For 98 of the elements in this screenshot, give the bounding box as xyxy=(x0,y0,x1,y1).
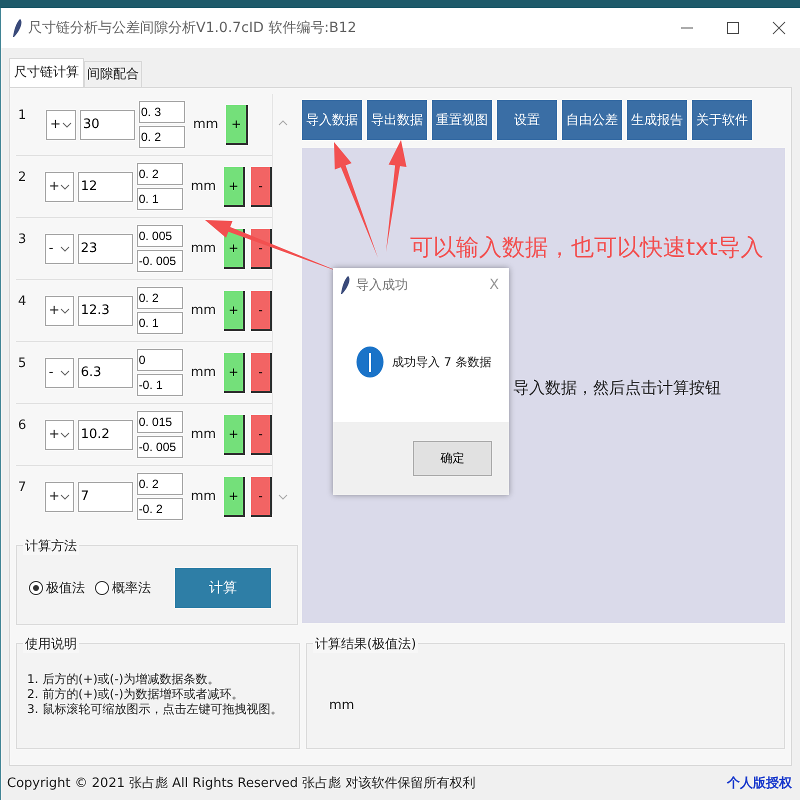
instruction-text: 3. 鼠标滚轮可缩放图示，点击左键可拖拽视图。 xyxy=(27,702,284,717)
calculate-button[interactable]: 计算 xyxy=(175,568,271,608)
toolbar-button[interactable]: 自由公差 xyxy=(562,100,622,140)
row-number: 6 xyxy=(18,418,28,433)
upper-tolerance-field[interactable]: 0 xyxy=(136,349,183,371)
sign-dropdown[interactable]: - xyxy=(44,234,74,264)
row-number: 1 xyxy=(18,108,28,123)
radio-option[interactable]: 极值法 xyxy=(29,579,85,597)
row-number: 5 xyxy=(18,356,28,371)
license-link[interactable]: 个人版授权 xyxy=(727,774,792,792)
add-row-button[interactable]: + xyxy=(224,352,246,392)
remove-row-button[interactable]: - xyxy=(251,352,272,392)
chevron-icon xyxy=(60,184,70,190)
tab[interactable]: 尺寸链计算 xyxy=(9,58,84,87)
sign-dropdown[interactable]: + xyxy=(44,172,74,202)
ok-button[interactable]: 确定 xyxy=(413,441,492,476)
group-title: 计算方法 xyxy=(23,537,79,555)
scroll-up-icon xyxy=(278,120,288,126)
upper-tolerance-field[interactable]: 0. 005 xyxy=(136,225,183,247)
unit-label: mm xyxy=(190,427,216,442)
value-field[interactable]: 7 xyxy=(78,482,133,512)
annotation-text: 可以输入数据，也可以快速txt导入 xyxy=(410,234,764,263)
lower-tolerance-field[interactable]: 0. 1 xyxy=(136,312,183,334)
instruction-text: 1. 后方的(+)或(-)为增减数据条数。 xyxy=(27,672,220,687)
unit-label: mm xyxy=(193,117,218,132)
unit-label: mm xyxy=(190,303,216,318)
value-field[interactable]: 6.3 xyxy=(78,358,133,388)
unit-label: mm xyxy=(190,241,216,256)
lower-tolerance-field[interactable]: 0. 2 xyxy=(139,126,185,148)
value-field[interactable]: 12.3 xyxy=(78,296,133,326)
lower-tolerance-field[interactable]: -0. 1 xyxy=(136,374,183,396)
remove-row-button[interactable]: - xyxy=(251,476,272,516)
remove-row-button[interactable]: - xyxy=(251,228,272,268)
upper-tolerance-field[interactable]: 0. 2 xyxy=(136,473,183,495)
lower-tolerance-field[interactable]: 0. 1 xyxy=(136,188,183,210)
add-row-button[interactable]: + xyxy=(224,166,245,206)
close-icon xyxy=(772,21,786,35)
upper-tolerance-field[interactable]: 0. 015 xyxy=(136,411,183,433)
instruction-text: 2. 前方的(+)或(-)为数据增环或者减环。 xyxy=(27,687,244,702)
sign-dropdown[interactable]: - xyxy=(44,358,74,388)
row-number: 4 xyxy=(18,294,28,309)
maximize-icon xyxy=(726,21,740,35)
radio-option[interactable]: 概率法 xyxy=(95,579,151,597)
lower-tolerance-field[interactable]: -0. 005 xyxy=(136,436,183,458)
remove-row-button[interactable]: - xyxy=(251,290,272,330)
toolbar-button[interactable]: 生成报告 xyxy=(627,100,687,140)
toolbar-button[interactable]: 重置视图 xyxy=(432,100,492,140)
chevron-icon xyxy=(60,370,70,376)
remove-row-button[interactable]: - xyxy=(251,414,272,454)
copyright-text: Copyright © 2021 张占彪 All Rights Reserved 张占彪 对该软件保留所有权利 xyxy=(7,775,476,792)
feather-icon xyxy=(339,275,351,295)
info-icon xyxy=(356,346,384,378)
row-number: 2 xyxy=(18,170,28,185)
radio-button[interactable] xyxy=(29,581,43,595)
unit-label: mm xyxy=(329,698,354,713)
sign-dropdown[interactable]: + xyxy=(46,110,76,140)
upper-tolerance-field[interactable]: 0. 2 xyxy=(136,163,183,185)
upper-tolerance-field[interactable]: 0. 2 xyxy=(136,287,183,309)
sign-dropdown[interactable]: + xyxy=(44,296,74,326)
toolbar-button[interactable]: 导入数据 xyxy=(302,100,362,140)
remove-row-button[interactable]: - xyxy=(251,166,272,206)
sign-dropdown[interactable]: + xyxy=(44,420,74,450)
chevron-icon xyxy=(62,122,72,128)
chevron-icon xyxy=(60,432,70,438)
value-field[interactable]: 10.2 xyxy=(78,420,133,450)
radio-button[interactable] xyxy=(95,581,109,595)
window-title: 尺寸链分析与公差间隙分析V1.0.7cID 软件编号:B12 xyxy=(28,19,356,37)
group-title: 使用说明 xyxy=(23,635,79,653)
sign-dropdown[interactable]: + xyxy=(44,482,74,512)
add-row-button[interactable]: + xyxy=(226,104,248,144)
toolbar-button[interactable]: 关于软件 xyxy=(692,100,752,140)
add-row-button[interactable]: + xyxy=(224,290,245,330)
chevron-icon xyxy=(60,246,70,252)
minimize-icon xyxy=(680,27,694,29)
value-field[interactable]: 30 xyxy=(80,110,135,140)
add-row-button[interactable]: + xyxy=(224,414,245,454)
chevron-icon xyxy=(60,494,70,500)
add-row-button[interactable]: + xyxy=(224,476,245,516)
value-field[interactable]: 12 xyxy=(78,172,133,202)
toolbar-button[interactable]: 导出数据 xyxy=(367,100,427,140)
unit-label: mm xyxy=(190,179,216,194)
value-field[interactable]: 23 xyxy=(78,234,133,264)
unit-label: mm xyxy=(190,365,216,380)
lower-tolerance-field[interactable]: -0. 005 xyxy=(136,250,183,272)
lower-tolerance-field[interactable]: -0. 2 xyxy=(136,498,183,520)
canvas-hint: 导入数据，然后点击计算按钮 xyxy=(513,378,721,399)
unit-label: mm xyxy=(190,489,216,504)
scroll-down-icon xyxy=(278,494,288,500)
group-title: 计算结果(极值法) xyxy=(313,635,418,653)
dialog-title: 导入成功 xyxy=(356,277,408,294)
dialog-message: 成功导入 7 条数据 xyxy=(392,354,492,370)
toolbar-button[interactable]: 设置 xyxy=(497,100,557,140)
feather-icon xyxy=(11,18,23,38)
chevron-icon xyxy=(60,308,70,314)
row-number: 7 xyxy=(18,480,28,495)
row-number: 3 xyxy=(18,232,28,247)
upper-tolerance-field[interactable]: 0. 3 xyxy=(139,101,185,123)
tab[interactable]: 间隙配合 xyxy=(84,61,142,87)
